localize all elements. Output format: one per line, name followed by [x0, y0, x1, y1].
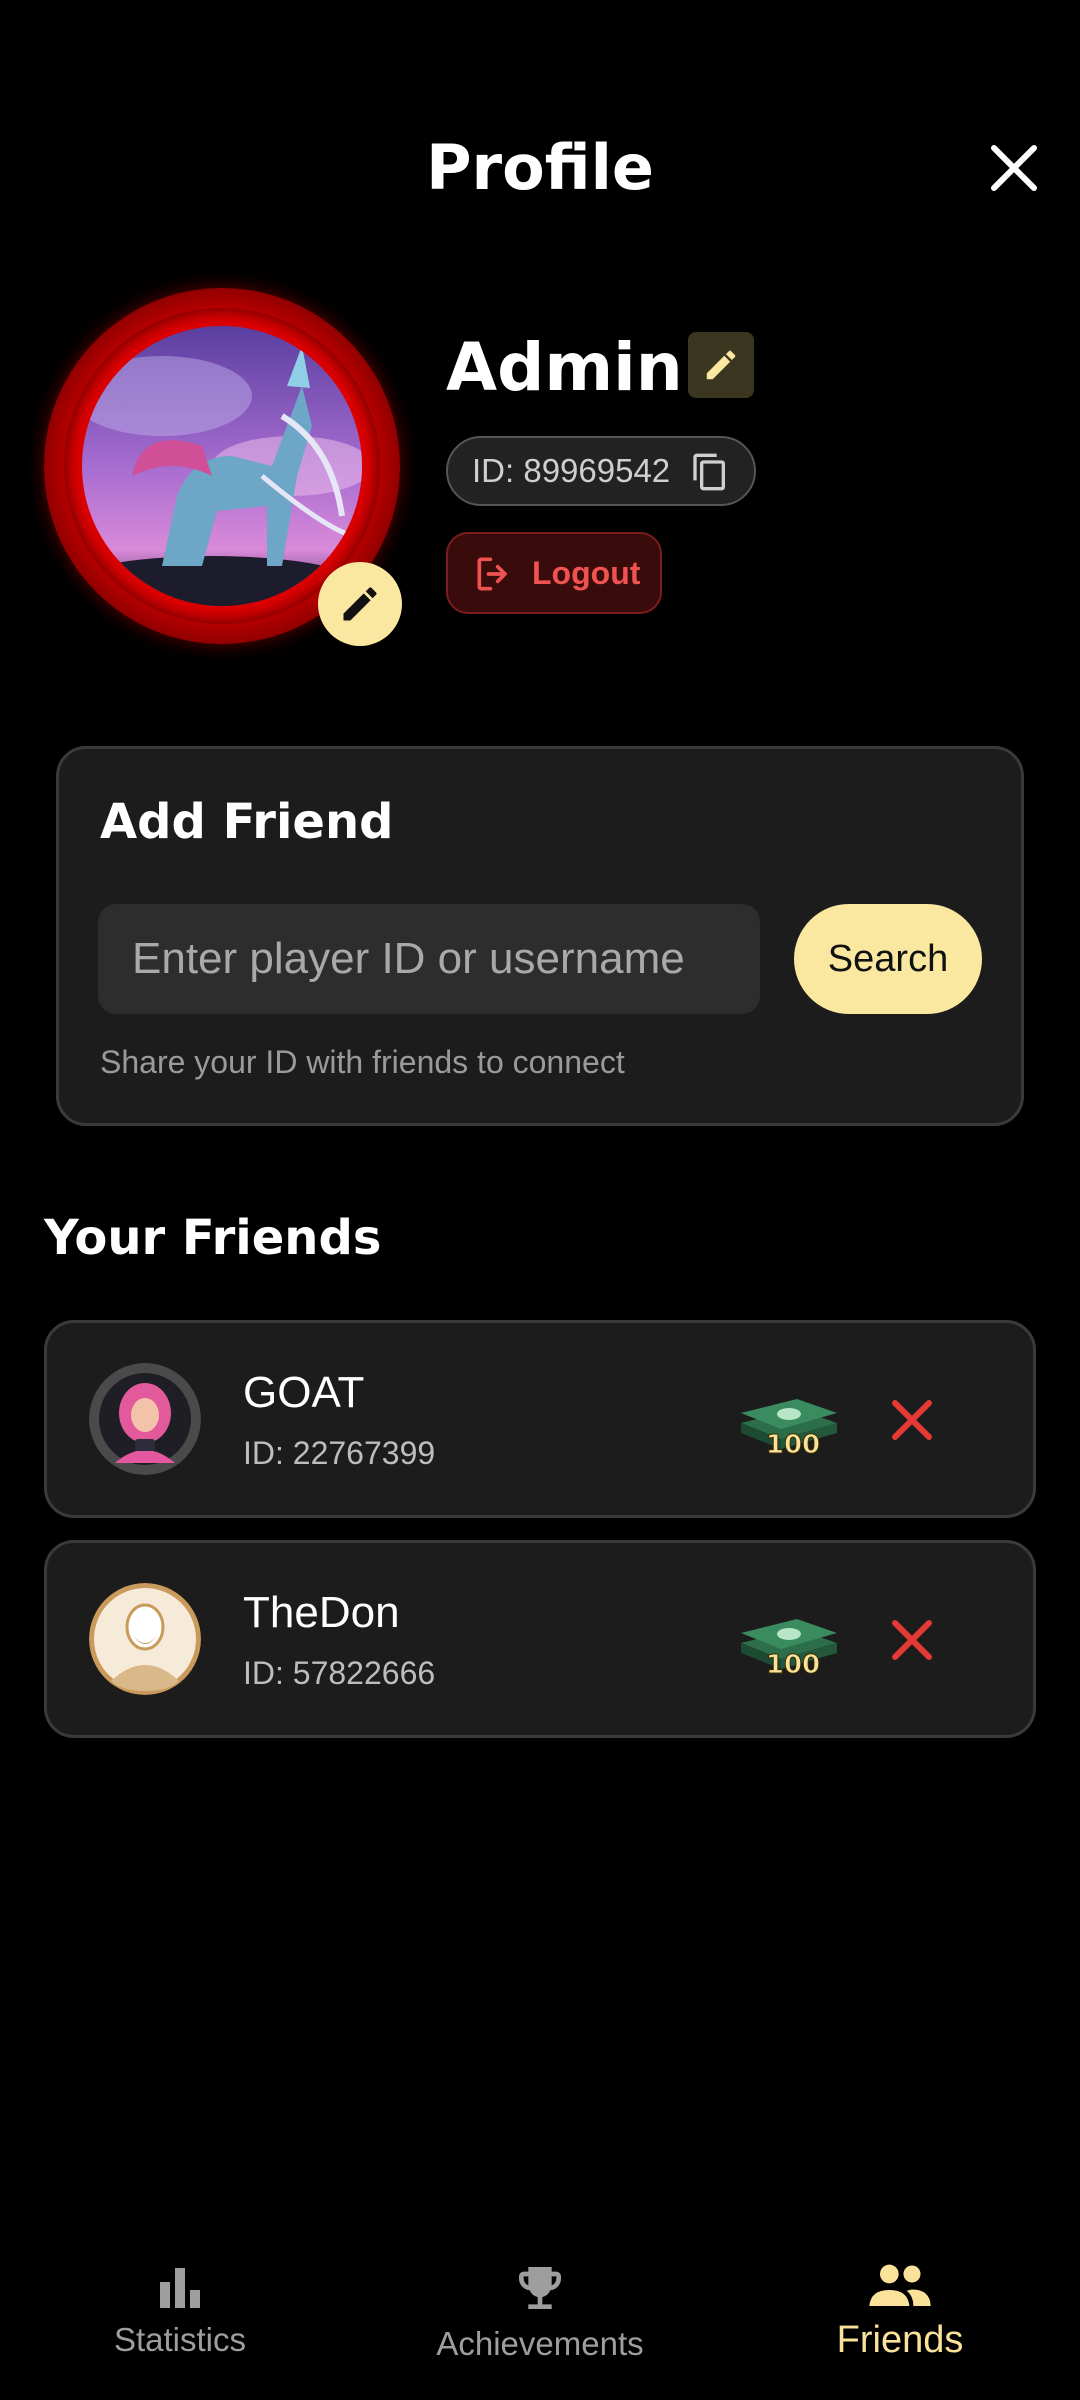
share-id-hint: Share your ID with friends to connect — [100, 1044, 625, 1080]
close-icon — [892, 1400, 932, 1440]
friend-id: ID: 57822666 — [243, 1655, 436, 1691]
money-amount: 100 — [766, 1430, 820, 1459]
nav-statistics[interactable]: Statistics — [60, 2260, 300, 2390]
remove-friend-button[interactable] — [879, 1607, 945, 1673]
add-friend-title: Add Friend — [100, 794, 394, 850]
nav-achievements-label: Achievements — [436, 2325, 644, 2362]
logout-button[interactable]: Logout — [446, 532, 662, 614]
bar-chart-icon — [160, 2268, 200, 2308]
pencil-icon — [343, 587, 377, 621]
people-icon — [869, 2264, 931, 2306]
search-button[interactable]: Search — [794, 904, 982, 1014]
avatar[interactable] — [82, 326, 362, 606]
copy-icon[interactable] — [690, 452, 730, 492]
nav-friends-label: Friends — [836, 2319, 964, 2361]
username: Admin — [446, 329, 683, 406]
close-button[interactable] — [982, 136, 1046, 200]
avatar-image — [82, 326, 362, 606]
edit-avatar-button[interactable] — [318, 562, 402, 646]
remove-friend-button[interactable] — [879, 1387, 945, 1453]
friend-name: GOAT — [243, 1368, 365, 1417]
nav-statistics-label: Statistics — [113, 2321, 247, 2358]
trophy-icon — [519, 2267, 561, 2309]
edit-name-button[interactable] — [688, 332, 754, 398]
friend-row: TheDon ID: 57822666 100 — [44, 1540, 1036, 1738]
friend-row: GOAT ID: 22767399 100 — [44, 1320, 1036, 1518]
logout-label: Logout — [532, 555, 641, 591]
friend-avatar[interactable] — [89, 1363, 201, 1475]
nav-achievements[interactable]: Achievements — [410, 2260, 670, 2390]
money-amount: 100 — [766, 1650, 820, 1679]
friends-section-title: Your Friends — [44, 1210, 382, 1266]
player-search-input[interactable] — [98, 904, 760, 1014]
nav-friends[interactable]: Friends — [790, 2260, 1010, 2390]
money-stack-icon: 100 — [741, 1399, 837, 1461]
friend-avatar[interactable] — [89, 1583, 201, 1695]
money-stack-icon: 100 — [741, 1619, 837, 1681]
player-id-text: ID: 89969542 — [472, 452, 671, 489]
player-id-chip[interactable]: ID: 89969542 — [446, 436, 756, 506]
page-title: Profile — [426, 131, 654, 204]
close-icon — [892, 1620, 932, 1660]
pencil-icon — [706, 350, 736, 380]
friend-name: TheDon — [243, 1588, 400, 1637]
send-money-button[interactable]: 100 — [737, 1383, 841, 1461]
friend-id: ID: 22767399 — [243, 1435, 436, 1471]
close-icon — [991, 145, 1037, 191]
send-money-button[interactable]: 100 — [737, 1603, 841, 1681]
logout-icon — [477, 557, 507, 591]
